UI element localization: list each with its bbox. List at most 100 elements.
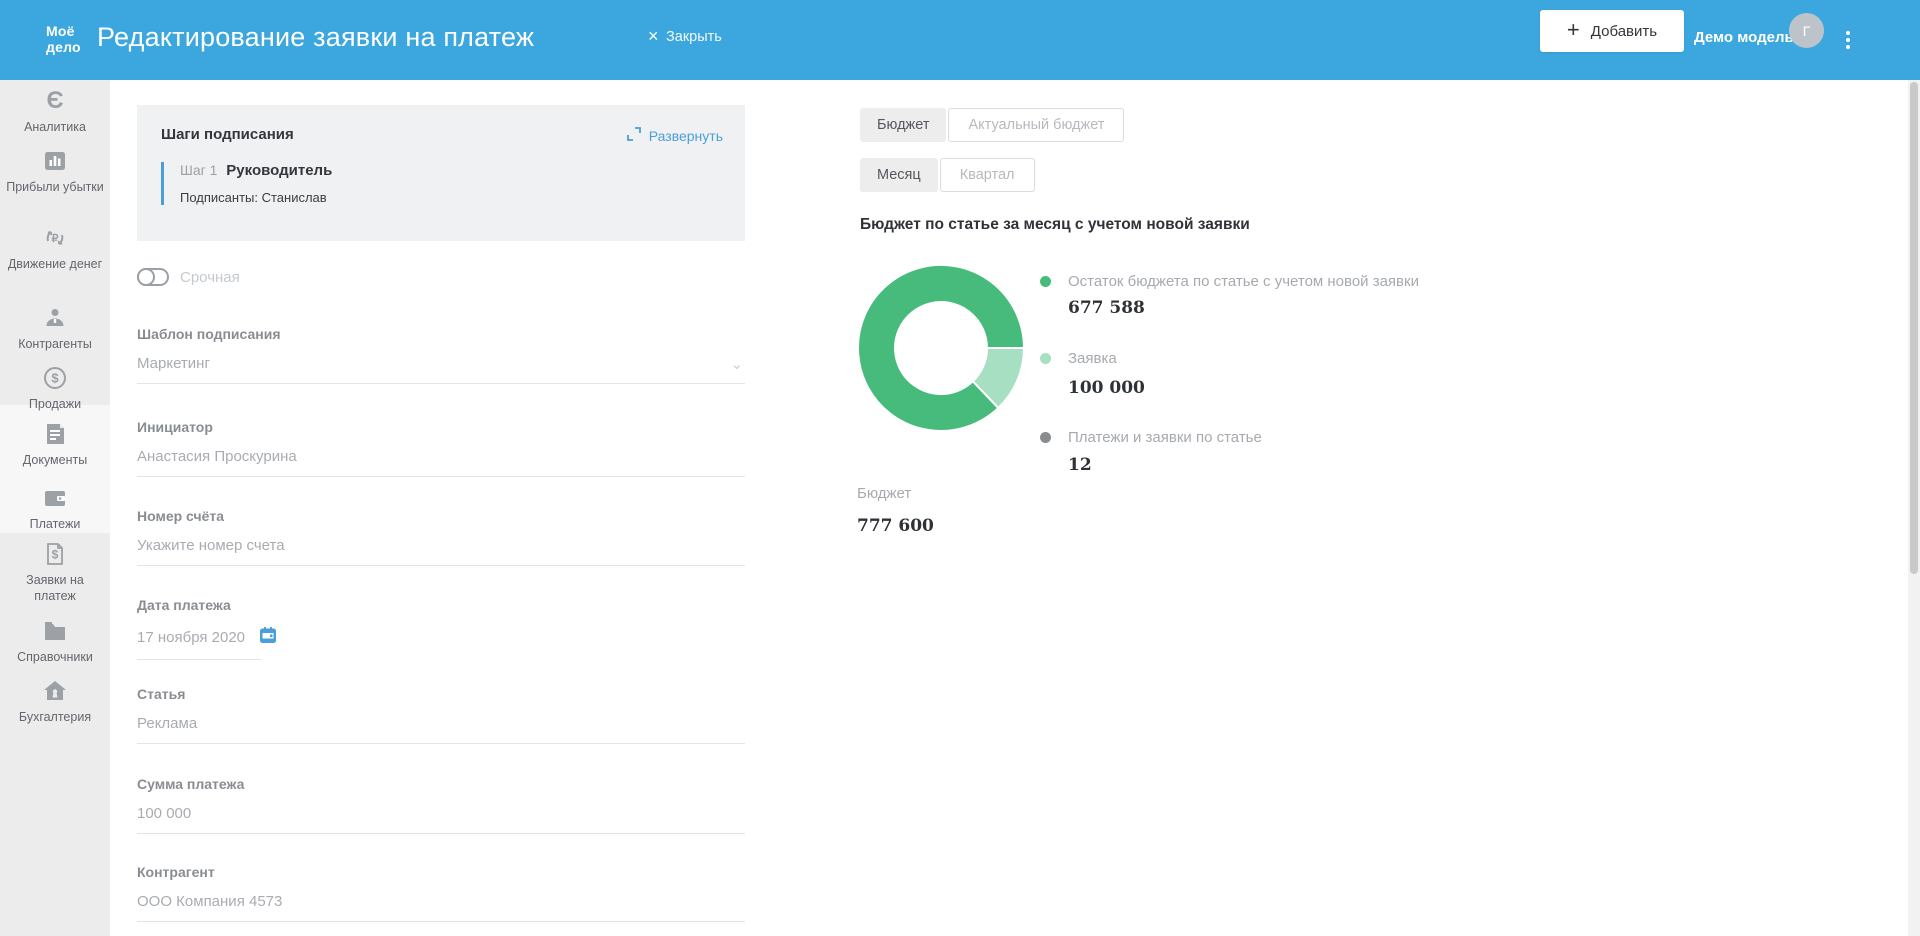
sidebar-item-payment-requests[interactable]: $ Заявки на платеж xyxy=(0,541,110,605)
sales-icon: $ xyxy=(0,365,110,391)
budget-total-label: Бюджет xyxy=(857,485,911,502)
sidebar-item-payments[interactable]: Платежи xyxy=(0,485,110,532)
tab-budget[interactable]: Бюджет xyxy=(860,108,946,142)
scrollbar-track[interactable] xyxy=(1908,80,1920,936)
urgent-toggle[interactable] xyxy=(137,268,169,286)
urgent-toggle-label: Срочная xyxy=(180,269,240,286)
add-button-label: Добавить xyxy=(1591,23,1657,40)
close-icon[interactable]: × xyxy=(644,23,663,49)
sidebar-item-label: Движение денег xyxy=(0,256,110,272)
signing-template-select[interactable]: Маркетинг ⌄ xyxy=(137,355,745,372)
legend-dot-gray-icon xyxy=(1040,432,1051,443)
legend-item-remaining: Остаток бюджета по статье с учетом новой… xyxy=(1040,273,1419,290)
documents-icon xyxy=(0,421,110,447)
sidebar-item-sales[interactable]: $ Продажи xyxy=(0,365,110,412)
brand-logo-line2: дело xyxy=(46,39,81,55)
directories-icon xyxy=(0,618,110,644)
budget-total-value: 777 600 xyxy=(857,516,934,536)
amount-value[interactable]: 100 000 xyxy=(137,805,745,822)
step-role: Руководитель xyxy=(226,162,332,179)
legend-dot-lightgreen-icon xyxy=(1040,353,1051,364)
kebab-menu-icon[interactable] xyxy=(1840,21,1856,59)
expand-label: Развернуть xyxy=(649,128,723,144)
account-name[interactable]: Демо модель xyxy=(1694,29,1794,46)
field-label: Дата платежа xyxy=(137,597,745,613)
sidebar-item-label: Справочники xyxy=(0,649,110,665)
legend-label: Заявка xyxy=(1068,350,1117,367)
sidebar-item-cash-flow[interactable]: ₽ Движение денег xyxy=(0,225,110,272)
avatar[interactable]: Г xyxy=(1789,13,1824,48)
expand-icon xyxy=(626,126,642,145)
legend-label: Платежи и заявки по статье xyxy=(1068,429,1262,446)
signing-step-1: Шаг 1 Руководитель Подписанты: Станислав xyxy=(161,162,721,205)
plus-icon: + xyxy=(1567,19,1580,41)
analytics-icon: Є xyxy=(0,88,110,114)
field-value: Маркетинг xyxy=(137,355,210,372)
sidebar: Є Аналитика Прибыли убытки ₽ Движение де… xyxy=(0,80,110,936)
field-initiator: Инициатор Анастасия Проскурина xyxy=(137,419,745,477)
counterparty-value[interactable]: ООО Компания 4573 xyxy=(137,893,745,910)
tab-quarter[interactable]: Квартал xyxy=(940,158,1035,192)
tab-actual-budget[interactable]: Актуальный бюджет xyxy=(948,108,1124,142)
payment-requests-icon: $ xyxy=(0,541,110,567)
sidebar-item-label: Продажи xyxy=(0,396,110,412)
counterparties-icon xyxy=(0,305,110,331)
field-label: Статья xyxy=(137,686,745,702)
field-underline xyxy=(137,833,745,834)
legend-value-payments-count: 12 xyxy=(1068,455,1092,475)
sidebar-item-documents[interactable]: Документы xyxy=(0,421,110,468)
field-label: Контрагент xyxy=(137,864,745,880)
legend-item-payments-count: Платежи и заявки по статье xyxy=(1040,429,1262,446)
field-underline xyxy=(137,565,745,566)
sidebar-item-label: Платежи xyxy=(0,516,110,532)
main-content: Шаги подписания Развернуть Шаг 1 Руковод… xyxy=(110,80,1920,936)
sidebar-item-label: Прибыли убытки xyxy=(0,179,110,195)
add-button[interactable]: + Добавить xyxy=(1540,10,1684,52)
sidebar-item-directories[interactable]: Справочники xyxy=(0,618,110,665)
field-underline xyxy=(137,921,745,922)
chevron-down-icon[interactable]: ⌄ xyxy=(730,355,743,373)
field-signing-template: Шаблон подписания Маркетинг ⌄ xyxy=(137,326,745,384)
field-invoice-number: Номер счёта xyxy=(137,508,745,566)
field-label: Шаблон подписания xyxy=(137,326,745,342)
sidebar-item-label: Документы xyxy=(0,452,110,468)
step-signers: Подписанты: Станислав xyxy=(180,190,721,205)
initiator-value[interactable]: Анастасия Проскурина xyxy=(137,448,745,465)
article-value[interactable]: Реклама xyxy=(137,715,745,732)
expand-button[interactable]: Развернуть xyxy=(626,126,723,145)
close-button[interactable]: Закрыть xyxy=(666,29,722,45)
brand-logo[interactable]: Моё дело xyxy=(46,23,81,55)
field-underline xyxy=(137,659,261,660)
urgent-toggle-row[interactable]: Срочная xyxy=(137,268,240,286)
field-underline xyxy=(137,383,745,384)
tab-month[interactable]: Месяц xyxy=(860,158,938,192)
invoice-number-input[interactable] xyxy=(137,537,745,554)
field-counterparty: Контрагент ООО Компания 4573 xyxy=(137,864,745,922)
field-payment-date: Дата платежа 17 ноября 2020 xyxy=(137,597,745,660)
field-label: Номер счёта xyxy=(137,508,745,524)
page-title: Редактирование заявки на платеж xyxy=(97,22,534,53)
legend-item-request: Заявка xyxy=(1040,350,1117,367)
sidebar-item-counterparties[interactable]: Контрагенты xyxy=(0,305,110,352)
sidebar-item-label: Бухгалтерия xyxy=(0,709,110,725)
scrollbar-thumb[interactable] xyxy=(1910,82,1918,574)
app-root: Моё дело Редактирование заявки на платеж… xyxy=(0,0,1920,936)
payment-date-value[interactable]: 17 ноября 2020 xyxy=(137,629,245,646)
sidebar-item-label: Заявки на платеж xyxy=(0,572,110,605)
brand-logo-line1: Моё xyxy=(46,23,81,39)
chart-heading: Бюджет по статье за месяц с учетом новой… xyxy=(860,216,1500,234)
sidebar-item-label: Контрагенты xyxy=(0,336,110,352)
step-number: Шаг 1 xyxy=(180,162,217,178)
signing-steps-panel: Шаги подписания Развернуть Шаг 1 Руковод… xyxy=(137,105,745,241)
payments-icon xyxy=(0,485,110,511)
svg-text:₽: ₽ xyxy=(52,233,59,245)
sidebar-item-analytics[interactable]: Є Аналитика xyxy=(0,88,110,135)
legend-label: Остаток бюджета по статье с учетом новой… xyxy=(1068,273,1419,290)
budget-donut-chart xyxy=(857,264,1025,432)
chart-legend: Остаток бюджета по статье с учетом новой… xyxy=(1040,265,1560,495)
sidebar-item-accounting[interactable]: Бухгалтерия xyxy=(0,678,110,725)
sidebar-item-profit-loss[interactable]: Прибыли убытки xyxy=(0,148,110,195)
field-amount: Сумма платежа 100 000 xyxy=(137,776,745,834)
toggle-knob xyxy=(137,268,155,286)
calendar-icon[interactable] xyxy=(259,626,277,648)
